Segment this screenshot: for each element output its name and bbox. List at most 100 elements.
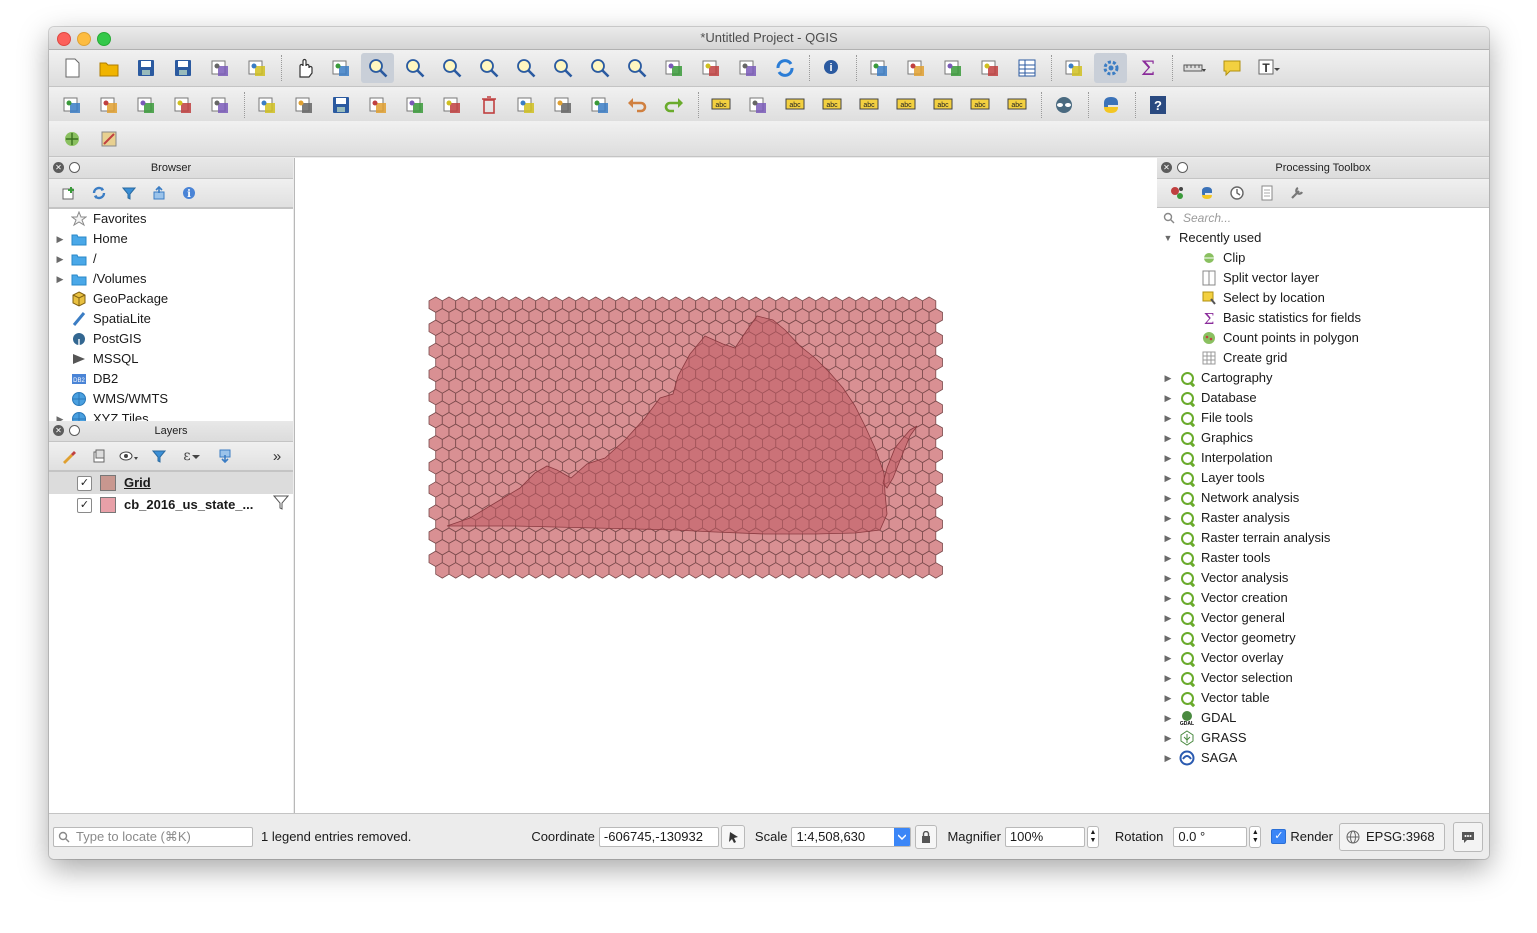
processing-group[interactable]: ▶ Layer tools <box>1157 468 1489 488</box>
expand-arrow-icon[interactable]: ▶ <box>1163 408 1173 428</box>
render-checkbox[interactable]: ✓ <box>1271 829 1287 844</box>
undo-icon[interactable] <box>620 90 653 120</box>
processing-algorithm[interactable]: Split vector layer <box>1157 268 1489 288</box>
save-project-icon[interactable] <box>129 53 162 83</box>
filter-legend-icon[interactable] <box>145 445 173 467</box>
layout-manager-icon[interactable] <box>240 53 273 83</box>
vertex-tool-icon[interactable] <box>398 90 431 120</box>
expand-arrow-icon[interactable]: ▶ <box>1163 628 1173 648</box>
toggle-editing-icon[interactable] <box>287 90 320 120</box>
expand-arrow-icon[interactable]: ▶ <box>55 269 65 289</box>
lock-scale-icon[interactable] <box>915 824 938 849</box>
label-toolbar-icon[interactable]: abc <box>704 90 737 120</box>
processing-group[interactable]: ▶ Raster terrain analysis <box>1157 528 1489 548</box>
rotation-stepper[interactable]: ▲ ▼ <box>1249 825 1262 848</box>
magnifier-field[interactable]: 100% <box>1004 826 1085 847</box>
processing-group[interactable]: ▶ Vector creation <box>1157 588 1489 608</box>
messages-icon[interactable] <box>1452 821 1483 852</box>
zoom-out-icon[interactable] <box>398 53 431 83</box>
move-label-icon[interactable]: abc <box>889 90 922 120</box>
copy-features-icon[interactable] <box>546 90 579 120</box>
show-bookmarks-icon[interactable] <box>731 53 764 83</box>
zoom-next-icon[interactable] <box>620 53 653 83</box>
map-tips-icon[interactable] <box>1215 53 1248 83</box>
processing-group[interactable]: ▶ Vector geometry <box>1157 628 1489 648</box>
georeferencer-icon[interactable] <box>92 124 125 154</box>
text-annotation-icon[interactable]: T <box>1252 53 1285 83</box>
add-feature-icon[interactable] <box>361 90 394 120</box>
new-print-layout-icon[interactable] <box>203 53 236 83</box>
browser-item[interactable]: GeoPackage <box>49 289 293 309</box>
paste-features-icon[interactable] <box>583 90 616 120</box>
select-by-value-icon[interactable] <box>936 53 969 83</box>
processing-toolbox-icon[interactable] <box>1094 53 1127 83</box>
processing-group[interactable]: ▶ Interpolation <box>1157 448 1489 468</box>
attribute-table-icon[interactable] <box>1010 53 1043 83</box>
crs-button[interactable]: EPSG:3968 <box>1338 822 1445 851</box>
layer-symbol-swatch[interactable] <box>100 497 116 513</box>
browser-item[interactable]: ▶ XYZ Tiles <box>49 409 293 421</box>
processing-group[interactable]: ▶ Vector selection <box>1157 668 1489 688</box>
maximize-window-button[interactable] <box>97 32 111 46</box>
browser-item[interactable]: DB2 DB2 <box>49 369 293 389</box>
expand-arrow-icon[interactable]: ▶ <box>1163 568 1173 588</box>
layer-visibility-checkbox[interactable]: ✓ <box>77 497 92 513</box>
python-console-icon[interactable] <box>1094 90 1127 120</box>
expand-arrow-icon[interactable]: ▶ <box>55 409 65 421</box>
expand-arrow-icon[interactable]: ▶ <box>1163 428 1173 448</box>
open-project-icon[interactable] <box>92 53 125 83</box>
processing-search-field[interactable]: Search... <box>1157 208 1489 229</box>
browser-item[interactable]: PostGIS <box>49 329 293 349</box>
redo-icon[interactable] <box>657 90 690 120</box>
expand-arrow-icon[interactable]: ▶ <box>1163 708 1173 728</box>
browser-item[interactable]: Favorites <box>49 209 293 229</box>
scale-combobox[interactable]: 1:4,508,630 <box>791 826 912 847</box>
map-svg[interactable] <box>295 158 1157 814</box>
modify-attributes-icon[interactable] <box>435 90 468 120</box>
save-as-icon[interactable] <box>166 53 199 83</box>
identify-icon[interactable]: i <box>815 53 848 83</box>
float-panel-icon[interactable] <box>69 425 80 436</box>
new-temporary-layer-icon[interactable] <box>203 90 236 120</box>
processing-algorithm[interactable]: Select by location <box>1157 288 1489 308</box>
expand-arrow-icon[interactable]: ▶ <box>1163 648 1173 668</box>
expand-arrow-icon[interactable]: ▶ <box>1163 688 1173 708</box>
processing-group[interactable]: ▶ Vector general <box>1157 608 1489 628</box>
processing-group[interactable]: ▶ File tools <box>1157 408 1489 428</box>
float-panel-icon[interactable] <box>1177 162 1188 173</box>
magnifier-stepper[interactable]: ▲ ▼ <box>1086 825 1099 848</box>
expand-arrow-icon[interactable]: ▶ <box>1163 548 1173 568</box>
models-icon[interactable] <box>1163 182 1191 204</box>
zoom-to-selection-icon[interactable] <box>509 53 542 83</box>
current-edits-icon[interactable] <box>250 90 283 120</box>
zoom-native-icon[interactable] <box>435 53 468 83</box>
processing-group[interactable]: ▶ SAGA <box>1157 748 1489 768</box>
rotate-label-icon[interactable]: abc <box>926 90 959 120</box>
processing-group[interactable]: ▶ Vector table <box>1157 688 1489 708</box>
filter-by-expression-icon[interactable]: ε <box>175 445 209 467</box>
processing-group[interactable]: ▶ Raster analysis <box>1157 508 1489 528</box>
layer-symbol-swatch[interactable] <box>100 475 116 491</box>
processing-group[interactable]: ▶ Vector analysis <box>1157 568 1489 588</box>
layer-visibility-checkbox[interactable]: ✓ <box>77 475 92 491</box>
new-bookmark-icon[interactable] <box>694 53 727 83</box>
expand-all-icon[interactable] <box>211 445 239 467</box>
locator-input[interactable]: Type to locate (⌘K) <box>53 826 253 847</box>
processing-algorithm[interactable]: Σ Basic statistics for fields <box>1157 308 1489 328</box>
cut-features-icon[interactable] <box>509 90 542 120</box>
globe-plugin-icon[interactable] <box>1047 90 1080 120</box>
delete-selected-icon[interactable] <box>472 90 505 120</box>
zoom-last-icon[interactable] <box>583 53 616 83</box>
results-viewer-icon[interactable] <box>1253 182 1281 204</box>
add-group-icon[interactable] <box>85 445 113 467</box>
new-project-icon[interactable] <box>55 53 88 83</box>
history-icon[interactable] <box>1223 182 1251 204</box>
processing-group[interactable]: ▼ Recently used <box>1157 228 1489 248</box>
map-canvas[interactable] <box>294 158 1158 814</box>
expand-arrow-icon[interactable]: ▶ <box>1163 668 1173 688</box>
processing-group[interactable]: ▶ GDAL GDAL <box>1157 708 1489 728</box>
layer-diagram-icon[interactable] <box>741 90 774 120</box>
expand-arrow-icon[interactable]: ▶ <box>1163 388 1173 408</box>
field-calculator-icon[interactable] <box>1057 53 1090 83</box>
statistics-sigma-icon[interactable]: Σ <box>1131 53 1164 83</box>
